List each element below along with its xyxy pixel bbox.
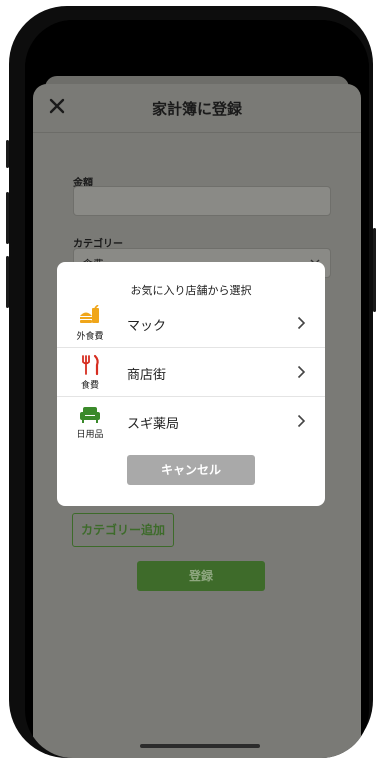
volume-up-button [6, 192, 9, 244]
shop-category-label: 食費 [80, 381, 99, 391]
amount-field[interactable] [73, 186, 331, 216]
page-title: 家計簿に登録 [151, 100, 242, 118]
modal-title: お気に入り店舗から選択 [130, 284, 252, 297]
register-button[interactable]: 登録 [137, 561, 265, 591]
sofa-icon [80, 407, 100, 423]
shop-name: スギ薬局 [127, 417, 180, 432]
chevron-right-icon [297, 365, 306, 379]
mute-switch [6, 140, 9, 168]
add-category-button[interactable]: カテゴリー追加 [72, 513, 174, 547]
shop-name: マック [127, 319, 167, 334]
burger-drink-icon [80, 305, 99, 323]
cancel-button[interactable]: キャンセル [127, 455, 255, 485]
home-indicator [140, 744, 260, 748]
shop-category-label: 日用品 [76, 430, 104, 440]
shop-row-mac[interactable]: 外食費 マック [57, 299, 325, 348]
favorite-shop-modal: お気に入り店舗から選択 外食費 マック 食費 商店街 日用品 スギ薬局 キャンセ… [57, 262, 325, 506]
chevron-right-icon [297, 414, 306, 428]
power-button [373, 228, 376, 312]
sheet-header: 家計簿に登録 [33, 84, 361, 133]
shop-name: 商店街 [127, 368, 167, 383]
shop-row-shotengai[interactable]: 食費 商店街 [57, 348, 325, 397]
fork-knife-icon [82, 354, 99, 376]
volume-down-button [6, 256, 9, 308]
shop-row-sugi[interactable]: 日用品 スギ薬局 [57, 397, 325, 445]
status-area [25, 20, 369, 80]
chevron-right-icon [297, 316, 306, 330]
shop-category-label: 外食費 [76, 332, 104, 342]
